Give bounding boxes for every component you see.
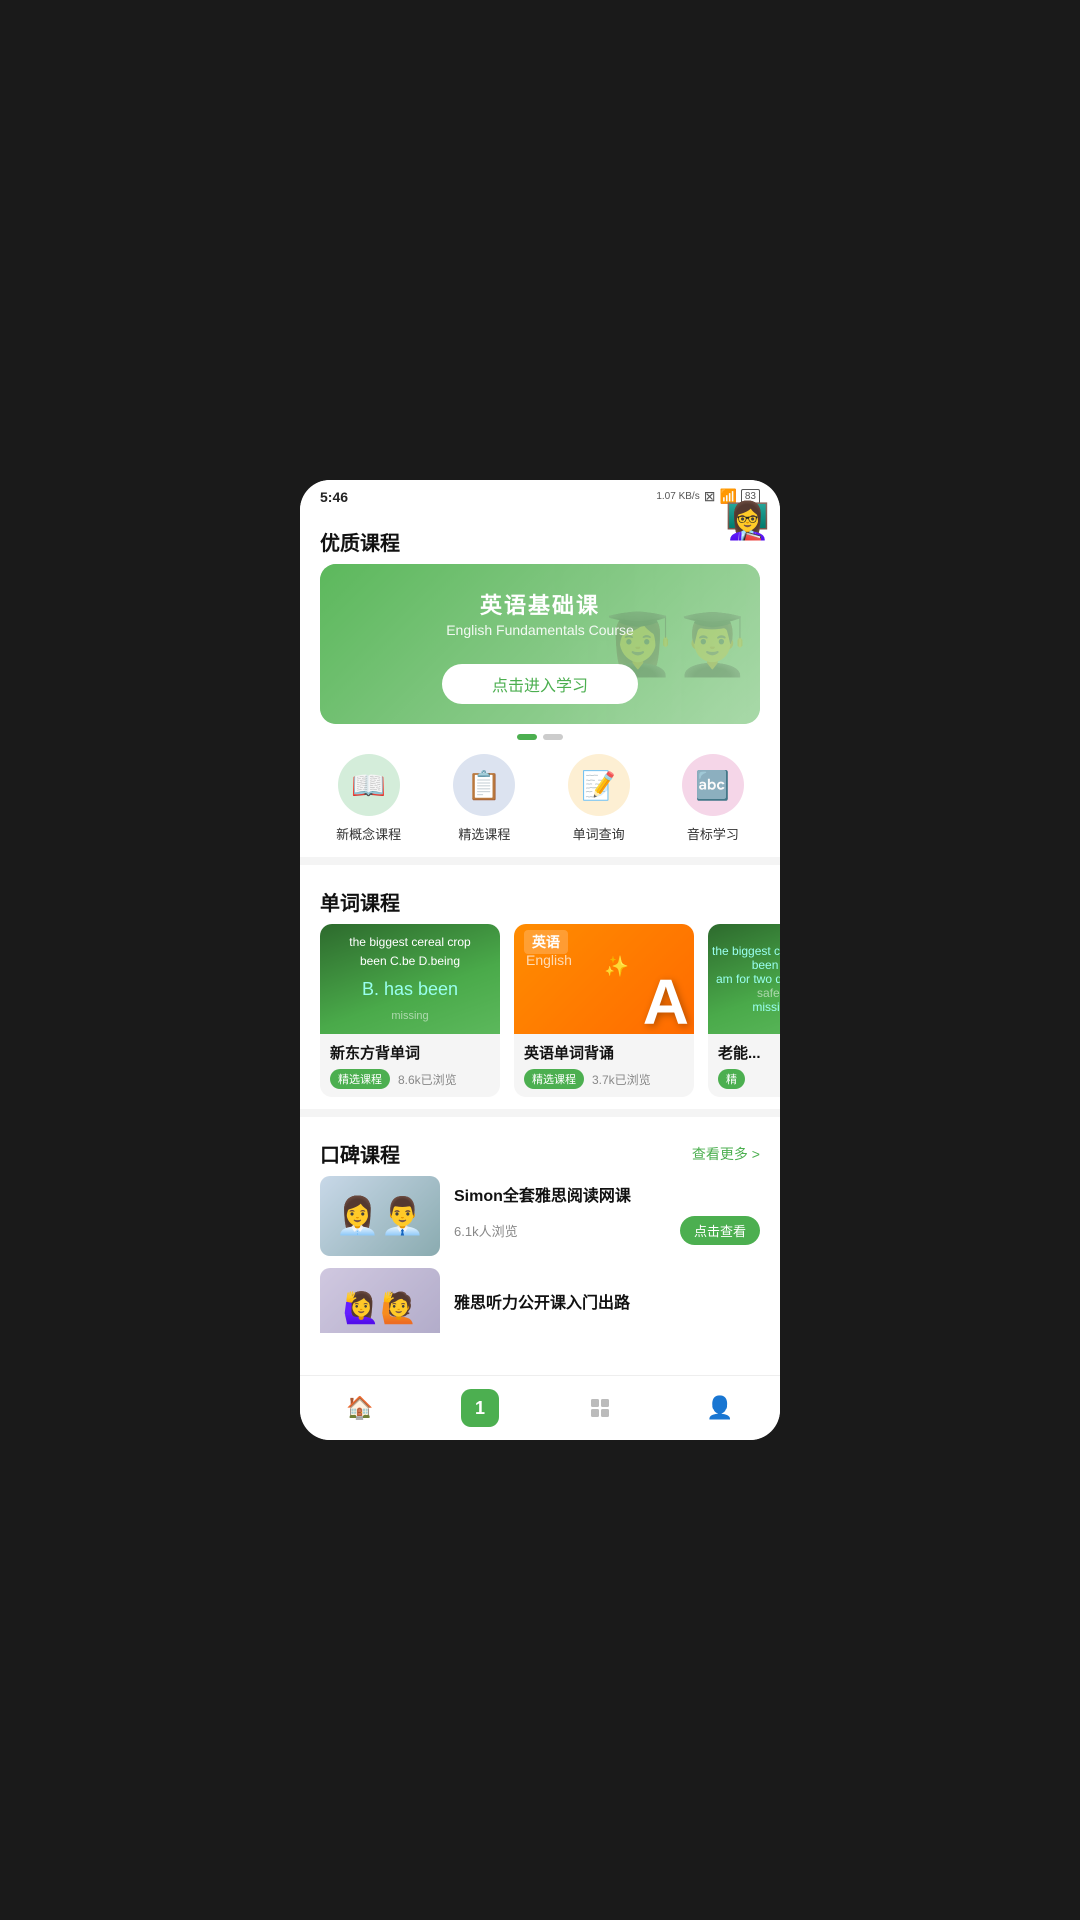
quality-courses-title: 优质课程	[300, 513, 780, 564]
simon-views: 6.1k人浏览	[454, 1221, 518, 1240]
xdf-card-title: 新东方背单词	[330, 1042, 490, 1063]
banner-text: 英语基础课 English Fundamentals Course	[320, 588, 760, 638]
section-divider-2	[300, 1109, 780, 1117]
reputation-card-ielts-listening[interactable]: 🙋‍♀️🙋 雅思听力公开课入门出路	[320, 1268, 760, 1333]
bottom-nav: 🏠 1 👤	[300, 1375, 780, 1440]
simon-card-meta: 6.1k人浏览 点击查看	[454, 1216, 760, 1245]
laoneng-title: 老能...	[718, 1042, 780, 1063]
reputation-courses-title: 口碑课程	[320, 1139, 400, 1168]
reputation-section-header: 口碑课程 查看更多 >	[300, 1125, 780, 1176]
course-card-laoneng[interactable]: the biggest cereal crop been D. am for t…	[708, 924, 780, 1097]
laoneng-meta: 精	[718, 1069, 780, 1089]
word-courses-title: 单词课程	[300, 873, 780, 924]
english-words-tag: 精选课程	[524, 1069, 584, 1089]
banner-title-en: English Fundamentals Course	[320, 622, 760, 638]
banner-title-cn: 英语基础课	[320, 588, 760, 620]
course-card-english-words[interactable]: 英语 English A ✨ 英语单词背诵 精选课程 3.7k已浏览	[514, 924, 694, 1097]
ielts-listening-title: 雅思听力公开课入门出路	[454, 1294, 760, 1315]
selected-label: 精选课程	[458, 824, 510, 843]
selected-icon-circle: 📋	[453, 754, 515, 816]
status-time: 5:46	[320, 489, 348, 505]
new-concept-icon-circle: 📖	[338, 754, 400, 816]
word-lookup-label: 单词查询	[573, 824, 625, 843]
english-words-title: 英语单词背诵	[524, 1042, 684, 1063]
new-concept-icon: 📖	[351, 769, 386, 802]
category-row: 📖 新概念课程 📋 精选课程 📝 单词查询	[300, 744, 780, 849]
simon-card-info: Simon全套雅思阅读网课 6.1k人浏览 点击查看	[454, 1187, 760, 1245]
categories-icon	[581, 1389, 619, 1427]
category-word-lookup[interactable]: 📝 单词查询	[568, 754, 630, 843]
phonetics-icon-circle: 🔤	[682, 754, 744, 816]
reputation-card-simon[interactable]: 👩‍💼👨‍💼 Simon全套雅思阅读网课 6.1k人浏览 点击查看	[320, 1176, 760, 1256]
xdf-views: 8.6k已浏览	[398, 1071, 457, 1088]
banner-enter-button[interactable]: 点击进入学习	[442, 664, 638, 704]
ielts-listening-image: 🙋‍♀️🙋	[320, 1268, 440, 1333]
home-icon: 🏠	[341, 1389, 379, 1427]
laoneng-card-info: 老能... 精	[708, 1034, 780, 1097]
xdf-card-info: 新东方背单词 精选课程 8.6k已浏览	[320, 1034, 500, 1097]
nav-item-profile[interactable]: 👤	[660, 1389, 780, 1427]
word-courses-scroll[interactable]: the biggest cereal crop been C.be D.bein…	[300, 924, 780, 1097]
english-words-card-image: 英语 English A ✨	[514, 924, 694, 1034]
category-selected[interactable]: 📋 精选课程	[453, 754, 515, 843]
laoneng-tag: 精	[718, 1069, 745, 1089]
simon-view-button[interactable]: 点击查看	[680, 1216, 760, 1245]
simon-card-title: Simon全套雅思阅读网课	[454, 1187, 760, 1208]
section-divider-1	[300, 857, 780, 865]
signal-icon: ⊠	[704, 488, 716, 505]
banner-dot-1	[517, 734, 537, 740]
ielts-listening-info: 雅思听力公开课入门出路	[454, 1294, 760, 1323]
english-words-meta: 精选课程 3.7k已浏览	[524, 1069, 684, 1089]
phonetics-label: 音标学习	[687, 824, 739, 843]
phone-frame: 5:46 1.07 KB/s ⊠ 📶 83 优质课程 👩‍🎓👨‍🎓	[270, 480, 810, 1440]
phonetics-icon: 🔤	[695, 769, 730, 802]
course-card-xdf[interactable]: the biggest cereal crop been C.be D.bein…	[320, 924, 500, 1097]
profile-icon: 👤	[701, 1389, 739, 1427]
english-words-card-info: 英语单词背诵 精选课程 3.7k已浏览	[514, 1034, 694, 1097]
laoneng-card-image: the biggest cereal crop been D. am for t…	[708, 924, 780, 1034]
nav-item-categories[interactable]	[540, 1389, 660, 1427]
banner-dot-2	[543, 734, 563, 740]
scroll-content[interactable]: 优质课程 👩‍🎓👨‍🎓 英语基础课 English Fundamentals C…	[300, 513, 780, 1333]
banner-dots	[300, 734, 780, 740]
phone-screen: 5:46 1.07 KB/s ⊠ 📶 83 优质课程 👩‍🎓👨‍🎓	[300, 480, 780, 1440]
category-new-concept[interactable]: 📖 新概念课程	[336, 754, 401, 843]
word-lookup-icon: 📝	[581, 769, 616, 802]
nav-item-home[interactable]: 🏠	[300, 1389, 420, 1427]
courses-icon: 1	[461, 1389, 499, 1427]
course-banner[interactable]: 👩‍🎓👨‍🎓 英语基础课 English Fundamentals Course…	[320, 564, 760, 724]
new-concept-label: 新概念课程	[336, 824, 401, 843]
simon-card-image: 👩‍💼👨‍💼	[320, 1176, 440, 1256]
xdf-card-meta: 精选课程 8.6k已浏览	[330, 1069, 490, 1089]
network-speed: 1.07 KB/s	[656, 491, 699, 502]
view-more-link[interactable]: 查看更多 >	[692, 1144, 760, 1164]
category-phonetics[interactable]: 🔤 音标学习	[682, 754, 744, 843]
word-lookup-icon-circle: 📝	[568, 754, 630, 816]
status-bar: 5:46 1.07 KB/s ⊠ 📶 83	[300, 480, 780, 513]
english-words-views: 3.7k已浏览	[592, 1071, 651, 1088]
xdf-tag: 精选课程	[330, 1069, 390, 1089]
selected-icon: 📋	[467, 769, 502, 802]
xdf-card-image: the biggest cereal crop been C.be D.bein…	[320, 924, 500, 1034]
nav-item-courses[interactable]: 1	[420, 1389, 540, 1427]
